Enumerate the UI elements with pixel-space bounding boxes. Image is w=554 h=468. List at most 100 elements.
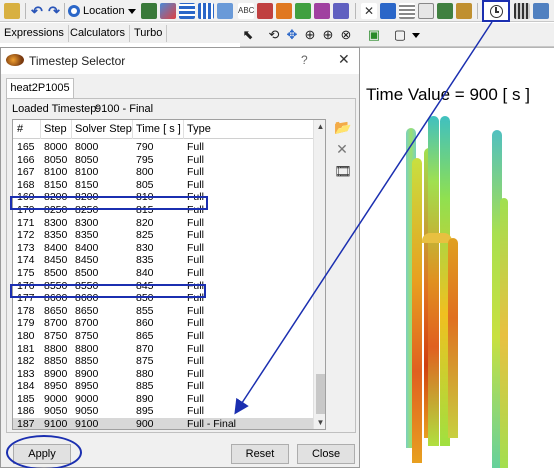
table-cell: 171 <box>17 216 35 229</box>
clip-plane-icon[interactable] <box>314 3 330 19</box>
undo-icon[interactable]: ↶ <box>29 3 45 19</box>
tab-expressions[interactable]: Expressions <box>0 25 69 42</box>
table-cell: 800 <box>136 166 154 179</box>
table-row[interactable]: 174 8450 8450 835 Full <box>13 254 313 267</box>
tab-calculators[interactable]: Calculators <box>66 25 131 42</box>
table-cell: 178 <box>17 304 35 317</box>
column-header[interactable]: Time [ s ] <box>136 123 181 135</box>
table-cell: 175 <box>17 266 35 279</box>
table-row[interactable]: 186 9050 9050 895 Full <box>13 405 313 418</box>
table-row[interactable]: 171 8300 8300 820 Full <box>13 217 313 230</box>
column-header[interactable]: Step <box>44 123 67 135</box>
table-cell: 855 <box>136 304 154 317</box>
table-cell: Full <box>187 304 204 317</box>
table-cell: 830 <box>136 241 154 254</box>
location-dropdown[interactable]: Location <box>68 2 136 20</box>
table-cell: Full <box>187 266 204 279</box>
fit-view-icon[interactable]: ▣ <box>366 27 382 43</box>
table-row[interactable]: 187 9100 9100 900 Full - Final <box>13 418 313 430</box>
vector-icon[interactable] <box>141 3 157 19</box>
reset-button[interactable]: Reset <box>231 444 289 464</box>
scroll-up-icon[interactable]: ▲ <box>314 120 325 133</box>
close-button[interactable]: Close <box>297 444 355 464</box>
chevron-down-icon[interactable] <box>412 33 420 38</box>
dialog-title-bar[interactable]: Timestep Selector ? ✕ <box>1 48 359 74</box>
table-row[interactable]: 175 8500 8500 840 Full <box>13 267 313 280</box>
coord-frame-icon[interactable] <box>257 3 273 19</box>
timestep-selector-button[interactable] <box>482 0 510 22</box>
column-header[interactable]: # <box>17 123 23 135</box>
select-icon[interactable]: ⬉ <box>240 27 256 43</box>
table-cell: 835 <box>136 254 154 267</box>
help-button[interactable]: ? <box>301 53 308 67</box>
table-cell: 186 <box>17 405 35 418</box>
toolbar-separator <box>64 3 65 19</box>
scrollbar-thumb[interactable] <box>316 374 325 414</box>
table-row[interactable]: 182 8850 8850 875 Full <box>13 355 313 368</box>
open-folder-icon[interactable]: 📂 <box>334 119 351 135</box>
color-map-icon[interactable] <box>333 3 349 19</box>
contour-icon[interactable] <box>160 3 176 19</box>
tab-heat2p1005[interactable]: heat2P1005 <box>6 78 74 98</box>
table-icon[interactable] <box>399 3 415 19</box>
table-cell: Full <box>187 254 204 267</box>
table-row[interactable]: 178 8650 8650 855 Full <box>13 305 313 318</box>
table-cell: 9000 <box>44 392 68 405</box>
scroll-down-icon[interactable]: ▼ <box>314 416 325 429</box>
close-icon[interactable]: ✕ <box>338 51 350 68</box>
table-row[interactable]: 165 8000 8000 790 Full <box>13 141 313 154</box>
film-strip-icon[interactable]: 🎞 <box>334 163 352 179</box>
particle-track-icon[interactable] <box>198 3 214 19</box>
table-cell: 8850 <box>75 355 99 368</box>
table-cell: Full <box>187 178 204 191</box>
zoom-icon[interactable]: ⊕ <box>302 27 318 43</box>
table-cell: 9100 <box>44 418 68 430</box>
side-tab-bar: Expressions Calculators Turbo <box>0 23 240 43</box>
table-row[interactable]: 172 8350 8350 825 Full <box>13 229 313 242</box>
expression-icon[interactable] <box>380 3 396 19</box>
zoom-fit-icon[interactable]: ⊗ <box>338 27 354 43</box>
time-value-label: Time Value = 900 [ s ] <box>366 85 530 104</box>
table-row[interactable]: 180 8750 8750 865 Full <box>13 330 313 343</box>
table-row[interactable]: 173 8400 8400 830 Full <box>13 242 313 255</box>
table-row[interactable]: 185 9000 9000 890 Full <box>13 393 313 406</box>
table-row[interactable]: 179 8700 8700 860 Full <box>13 317 313 330</box>
table-row[interactable]: 167 8100 8100 800 Full <box>13 166 313 179</box>
3d-viewport[interactable] <box>360 48 554 468</box>
column-header[interactable]: Type <box>187 123 211 135</box>
variable-icon[interactable]: ✕ <box>361 3 377 19</box>
folder-icon[interactable] <box>4 3 20 19</box>
instance-transform-icon[interactable] <box>295 3 311 19</box>
legend-icon[interactable] <box>276 3 292 19</box>
table-cell: 168 <box>17 178 35 191</box>
text-icon[interactable]: ABC <box>238 3 254 19</box>
chart-icon[interactable] <box>418 3 434 19</box>
table-cell: 183 <box>17 367 35 380</box>
column-header[interactable]: Solver Step <box>75 123 132 135</box>
table-row[interactable]: 183 8900 8900 880 Full <box>13 368 313 381</box>
table-row[interactable]: 166 8050 8050 795 Full <box>13 154 313 167</box>
volume-icon[interactable] <box>217 3 233 19</box>
table-cell: Full <box>187 342 204 355</box>
quick-editor-icon[interactable] <box>533 3 549 19</box>
delete-icon[interactable]: ✕ <box>334 141 350 157</box>
figure-icon[interactable] <box>456 3 472 19</box>
timestep-table[interactable]: # Step Solver Step Time [ s ] Type 165 80… <box>12 119 326 430</box>
comment-icon[interactable] <box>437 3 453 19</box>
streamline-icon[interactable] <box>179 3 195 19</box>
table-row[interactable]: 168 8150 8150 805 Full <box>13 179 313 192</box>
zoom-box-icon[interactable]: ⊕ <box>320 27 336 43</box>
viewport-layout-icon[interactable]: ▢ <box>392 27 408 43</box>
loaded-timestep-label: Loaded Timestep: <box>12 103 100 115</box>
tab-turbo[interactable]: Turbo <box>130 25 168 42</box>
table-cell: Full <box>187 153 204 166</box>
pan-icon[interactable]: ✥ <box>284 27 300 43</box>
chevron-down-icon <box>127 8 136 14</box>
rotate-icon[interactable]: ⟲ <box>266 27 282 43</box>
table-cell: Full <box>187 317 204 330</box>
redo-icon[interactable]: ↷ <box>46 3 62 19</box>
animation-icon[interactable] <box>514 3 530 19</box>
table-scrollbar[interactable]: ▲ ▼ <box>313 120 325 429</box>
table-row[interactable]: 181 8800 8800 870 Full <box>13 343 313 356</box>
table-row[interactable]: 184 8950 8950 885 Full <box>13 380 313 393</box>
